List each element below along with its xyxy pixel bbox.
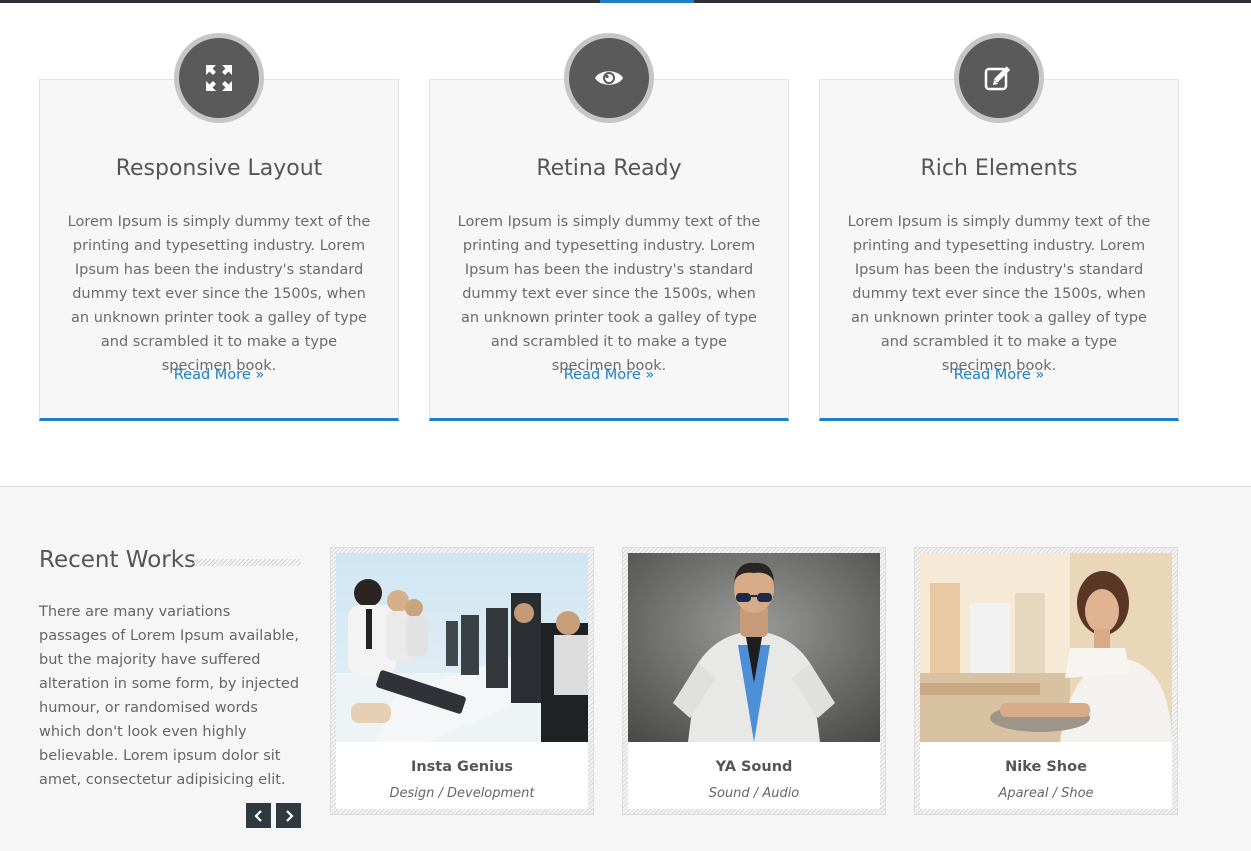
feature-text: Lorem Ipsum is simply dummy text of the …	[847, 214, 1151, 374]
work-card-insta-genius[interactable]: Insta Genius Design / Development	[330, 547, 594, 815]
work-card-ya-sound[interactable]: YA Sound Sound / Audio	[622, 547, 886, 815]
section-title: Recent Works	[39, 547, 197, 573]
read-more-link[interactable]: Read More »	[430, 367, 788, 383]
section-description: There are many variations passages of Lo…	[39, 604, 300, 788]
edit-icon	[954, 33, 1044, 123]
work-category: Apareal / Shoe	[998, 786, 1094, 801]
work-image-office[interactable]	[336, 553, 588, 742]
work-name: Nike Shoe	[1005, 759, 1087, 775]
feature-title: Rich Elements	[920, 156, 1078, 181]
previous-button[interactable]	[246, 803, 271, 828]
chevron-right-icon	[285, 809, 294, 822]
work-name: Insta Genius	[410, 759, 514, 775]
work-name: YA Sound	[715, 759, 793, 775]
feature-text: Lorem Ipsum is simply dummy text of the …	[457, 214, 761, 374]
title-decoration	[193, 559, 301, 566]
feature-title: Retina Ready	[536, 156, 682, 181]
read-more-link[interactable]: Read More »	[40, 367, 398, 383]
work-category: Design / Development	[389, 786, 535, 801]
work-card-nike-shoe[interactable]: Nike Shoe Apareal / Shoe	[914, 547, 1178, 815]
chevron-left-icon	[253, 809, 262, 822]
work-category: Sound / Audio	[708, 786, 800, 801]
top-bar-accent	[600, 0, 694, 3]
recent-works-section: Recent Works There are many variations p…	[0, 486, 1251, 851]
eye-icon	[564, 33, 654, 123]
work-image-shop[interactable]	[920, 553, 1172, 742]
feature-box-rich-elements: Rich Elements Lorem Ipsum is simply dumm…	[819, 33, 1179, 421]
expand-arrows-icon	[174, 33, 264, 123]
next-button[interactable]	[276, 803, 301, 828]
feature-box-responsive-layout: Responsive Layout Lorem Ipsum is simply …	[39, 33, 399, 421]
feature-text: Lorem Ipsum is simply dummy text of the …	[67, 214, 371, 374]
work-image-superman[interactable]	[628, 553, 880, 742]
read-more-link[interactable]: Read More »	[820, 367, 1178, 383]
feature-title: Responsive Layout	[115, 156, 323, 181]
feature-box-retina-ready: Retina Ready Lorem Ipsum is simply dummy…	[429, 33, 789, 421]
